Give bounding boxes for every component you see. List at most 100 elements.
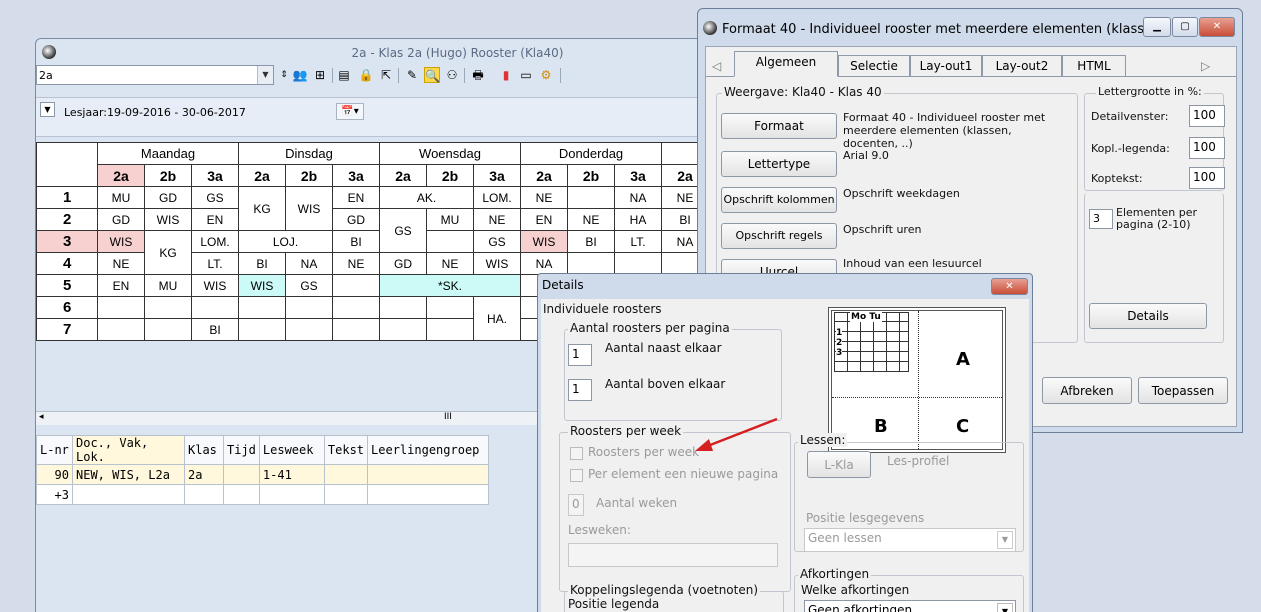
lesson-cell[interactable]: EN [191,208,239,231]
calendar-icon[interactable]: 📅▾ [336,103,364,120]
lesson-cell[interactable]: NE [473,208,521,231]
table-cell[interactable]: 2a [184,464,224,485]
col-header[interactable]: Klas [184,435,224,465]
col-header[interactable]: L-nr [36,435,73,465]
tab-scroll-left-icon[interactable]: ◁ [712,59,721,73]
lesson-cell[interactable]: GD [144,186,192,209]
table-cell[interactable] [223,464,260,485]
lesson-cell[interactable]: NE [520,186,568,209]
lesson-cell[interactable]: *SK. [379,274,521,297]
koplegenda-input[interactable]: 100 [1189,137,1225,159]
table-cell[interactable]: 90 [36,464,73,485]
table-cell[interactable] [323,464,369,485]
table-cell[interactable] [72,484,185,505]
lesson-cell[interactable]: BI [567,230,615,253]
lesson-cell[interactable] [144,318,192,341]
lesson-cell[interactable]: WIS [520,230,568,253]
lesweken-input[interactable] [568,543,778,567]
lesson-cell[interactable]: GS [473,230,521,253]
lesson-cell[interactable]: NA [285,252,333,275]
lesson-cell[interactable]: KG [238,186,286,231]
lesson-cell[interactable]: HA [614,208,662,231]
lesson-cell[interactable]: BI [332,230,380,253]
lesson-cell[interactable]: BI [238,252,286,275]
window-icon[interactable]: ▭ [518,67,534,83]
lesson-cell[interactable]: MU [144,274,192,297]
grid-icon[interactable]: ⊞ [312,67,328,83]
table-cell[interactable] [184,484,224,505]
elementen-input[interactable]: 3 [1089,209,1113,229]
table-cell[interactable]: +3 [36,484,73,505]
lesson-cell[interactable] [567,186,615,209]
gear-icon[interactable]: ⚙ [538,67,554,83]
lesson-cell[interactable]: WIS [97,230,145,253]
boven-input[interactable]: 1 [568,379,592,401]
lesson-cell[interactable] [379,318,427,341]
lesson-cell[interactable] [614,252,662,275]
lesson-cell[interactable] [191,296,239,319]
search-icon[interactable]: 🔍 [424,67,440,83]
lesson-cell[interactable]: LOM. [191,230,239,253]
lesson-cell[interactable]: MU [426,208,474,231]
lesson-cell[interactable] [379,296,427,319]
chevron-down-icon[interactable]: ▼ [997,531,1013,549]
lesson-cell[interactable] [97,318,145,341]
naast-input[interactable]: 1 [568,344,592,366]
lesson-cell[interactable] [426,318,474,341]
lesson-cell[interactable] [567,252,615,275]
table-cell[interactable]: NEW, WIS, L2a [72,464,185,485]
collapse-icon[interactable]: ▼ [40,102,55,117]
lesson-cell[interactable]: NE [332,252,380,275]
details-close-button[interactable]: ✕ [991,278,1028,295]
lesson-cell[interactable]: LT. [614,230,662,253]
people-icon[interactable]: 👥 [292,67,308,83]
col-header[interactable]: Tekst [323,435,369,465]
table-cell[interactable] [367,484,490,505]
col-header[interactable]: Lesweek [258,435,325,465]
lesson-cell[interactable]: MU [97,186,145,209]
nieuwe-pagina-checkbox[interactable] [570,469,583,482]
lesson-cell[interactable] [238,296,286,319]
lesson-cell[interactable]: NE [426,252,474,275]
scroll-left-icon[interactable]: ◂ [39,412,44,422]
col-header[interactable]: Tijd [223,435,260,465]
tab-html[interactable]: HTML [1062,55,1126,77]
l-kla-button[interactable]: L-Kla [807,451,871,478]
lesson-cell[interactable]: LOM. [473,186,521,209]
lesson-cell[interactable]: GS [191,186,239,209]
lesson-cell[interactable]: WIS [285,186,333,231]
lesson-cell[interactable]: GS [379,208,427,253]
maximize-button[interactable]: ▢ [1172,17,1198,37]
table-cell[interactable] [323,484,369,505]
lesson-cell[interactable] [332,296,380,319]
lesson-cell[interactable]: HA. [473,296,521,341]
lesson-cell[interactable]: LOJ. [238,230,333,253]
class-select[interactable]: 2a ▼ [36,65,274,85]
table-cell[interactable] [223,484,260,505]
lesson-cell[interactable]: NE [97,252,145,275]
lesson-cell[interactable]: NE [567,208,615,231]
table-cell[interactable] [367,464,490,485]
tab-layout2[interactable]: Lay-out2 [982,55,1062,77]
lesson-cell[interactable]: BI [191,318,239,341]
details-button[interactable]: Details [1089,303,1207,329]
traffic-light-icon[interactable]: ▮ [498,67,514,83]
lesson-cell[interactable] [426,230,474,253]
lesson-cell[interactable] [238,318,286,341]
lesson-cell[interactable]: GD [97,208,145,231]
col-header[interactable]: Doc., Vak, Lok. [72,435,185,465]
lesson-cell[interactable] [144,296,192,319]
tab-layout1[interactable]: Lay-out1 [910,55,982,77]
lesson-cell[interactable]: EN [332,186,380,209]
lock-icon[interactable]: 🔒 [358,67,374,83]
scroll-thumb-grip[interactable]: III [444,412,452,422]
formaat-button[interactable]: Formaat [721,113,837,139]
lesson-cell[interactable]: GD [379,252,427,275]
lesson-cell[interactable]: GS [285,274,333,297]
tab-selectie[interactable]: Selectie [838,55,910,77]
lesson-cell[interactable] [97,296,145,319]
positie-select[interactable]: Geen lessen ▼ [804,528,1016,552]
chevron-down-icon[interactable]: ▼ [997,603,1013,612]
tree-icon[interactable]: ⚇ [444,67,460,83]
cursor-icon[interactable]: ⇱ [378,67,394,83]
